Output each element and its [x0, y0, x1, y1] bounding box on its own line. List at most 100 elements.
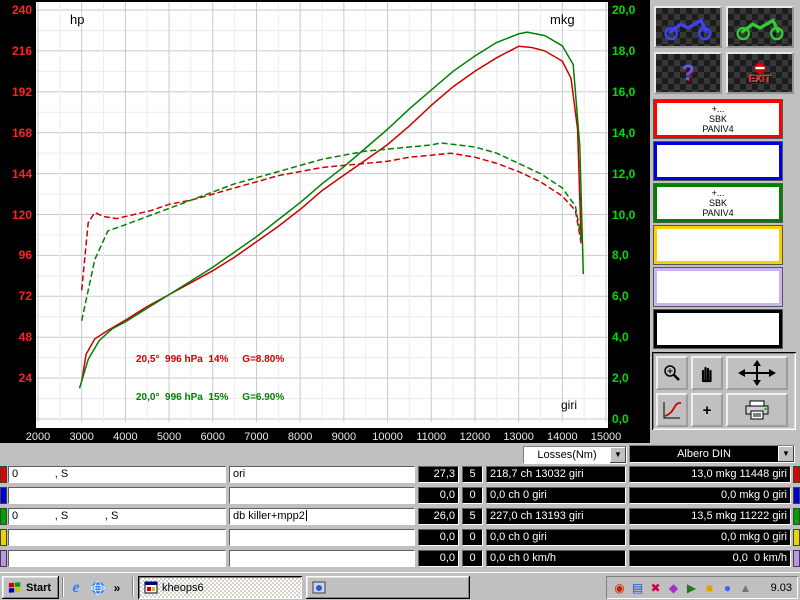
mkg-axis-title: mkg — [550, 12, 575, 27]
mkg-axis-tick: 8,0 — [612, 247, 648, 263]
tray-icon-2[interactable]: ▤ — [630, 582, 645, 594]
run-name-field[interactable]: 0 , S , S — [8, 508, 226, 525]
rpm-axis-tick: 8000 — [280, 429, 320, 445]
pan-hand-button[interactable] — [691, 356, 723, 390]
mkg-axis-tick: 4,0 — [612, 329, 648, 345]
rpm-axis-tick: 7000 — [236, 429, 276, 445]
gear-value: 0 — [462, 487, 483, 504]
task-label: kheops6 — [162, 582, 204, 594]
start-button[interactable]: Start — [2, 576, 59, 599]
clock[interactable]: 9.03 — [771, 582, 792, 594]
temperature-value: 0,0 — [418, 550, 459, 567]
mkg-axis-tick: 20,0 — [612, 2, 648, 18]
ie-glyph: e — [72, 579, 79, 597]
taskbar-divider — [132, 577, 134, 597]
text-cursor — [306, 510, 307, 521]
kheops6-app-icon — [144, 581, 158, 594]
curve-power-ori — [82, 46, 581, 381]
bike-green-button[interactable] — [726, 6, 794, 48]
mkg-axis-tick: 10,0 — [612, 207, 648, 223]
curve-slot-1[interactable]: +... SBK PANIV4 — [654, 100, 782, 138]
curve-slot-6[interactable] — [654, 310, 782, 348]
curve-slot-2[interactable] — [654, 142, 782, 180]
zoom-button[interactable] — [656, 356, 688, 390]
row-color-tab — [0, 487, 7, 504]
globe-launcher-icon[interactable] — [88, 578, 108, 598]
add-button[interactable]: + — [691, 393, 723, 427]
curve-slot-5[interactable] — [654, 268, 782, 306]
run-row-3: 0 , S , S db killer+mpp2 26,0 5 227,0 ch… — [0, 508, 800, 525]
start-label: Start — [26, 582, 51, 594]
curve-slot-3-line3: PANIV4 — [702, 208, 733, 218]
quick-launch-overflow-button[interactable]: » — [110, 578, 124, 598]
run-desc-field[interactable] — [229, 529, 415, 546]
move-arrows-button[interactable] — [726, 356, 788, 390]
run-row-5: 0,0 0 0,0 ch 0 km/h 0,0 0 km/h — [0, 550, 800, 567]
chart-plot[interactable]: hp mkg giri 20,5° 996 hPa 14% G=8.80% 20… — [36, 2, 608, 428]
rpm-axis-tick: 3000 — [62, 429, 102, 445]
mkg-axis-tick: 0,0 — [612, 411, 648, 427]
hp-axis-title: hp — [70, 12, 84, 27]
mkg-axis-tick: 6,0 — [612, 288, 648, 304]
tray-icon-3[interactable]: ✖ — [648, 582, 663, 594]
run-name-field[interactable] — [8, 487, 226, 504]
run-name-field[interactable]: 0 , S — [8, 466, 226, 483]
rpm-axis-tick: 5000 — [149, 429, 189, 445]
tray-icon-6[interactable]: ■ — [702, 582, 717, 594]
hp-axis-tick: 24 — [2, 370, 32, 386]
row-color-tab — [0, 466, 7, 483]
albero-dropdown[interactable]: Albero DIN ▼ — [629, 445, 795, 463]
run-name-field[interactable] — [8, 550, 226, 567]
losses-dropdown[interactable]: Losses(Nm) ▼ — [523, 446, 627, 464]
rpm-axis-tick: 13000 — [499, 429, 539, 445]
curve-power-dbkiller — [80, 32, 584, 388]
hp-axis-tick: 96 — [2, 247, 32, 263]
row-color-tab — [0, 529, 7, 546]
tray-icon-4[interactable]: ◆ — [666, 582, 681, 594]
overflow-chevron-icon: » — [114, 581, 121, 595]
hp-axis-tick: 120 — [2, 207, 32, 223]
internet-explorer-icon[interactable]: e — [66, 578, 86, 598]
run-desc-field[interactable] — [229, 550, 415, 567]
row-color-tab — [793, 466, 800, 483]
rpm-axis-tick: 2000 — [18, 429, 58, 445]
tray-icon-7[interactable]: ● — [720, 582, 735, 594]
plus-icon: + — [703, 402, 712, 419]
rpm-axis-tick: 4000 — [105, 429, 145, 445]
curve-slot-1-line2: SBK — [709, 114, 727, 124]
task-button-2[interactable] — [306, 576, 470, 599]
run-name-field[interactable] — [8, 529, 226, 546]
run-desc-text: db killer+mpp2 — [233, 510, 305, 522]
tool-palette: + — [652, 352, 796, 430]
hp-axis-tick: 240 — [2, 2, 32, 18]
row-color-tab — [793, 529, 800, 546]
bike-blue-button[interactable] — [654, 6, 722, 48]
peak-power-value: 218,7 ch 13032 giri — [486, 466, 626, 483]
curve-tool-button[interactable] — [656, 393, 688, 427]
mkg-axis-tick: 14,0 — [612, 125, 648, 141]
run-desc-field[interactable] — [229, 487, 415, 504]
windows-logo-icon — [8, 581, 22, 594]
print-button[interactable] — [726, 393, 788, 427]
exit-button[interactable]: EXIT — [726, 52, 794, 94]
peak-power-value: 0,0 ch 0 giri — [486, 529, 626, 546]
task-button-kheops6[interactable]: kheops6 — [138, 576, 302, 599]
run-desc-field[interactable]: ori — [229, 466, 415, 483]
curve-slot-3[interactable]: +... SBK PANIV4 — [654, 184, 782, 222]
losses-dropdown-value: Losses(Nm) — [524, 447, 610, 463]
albero-dropdown-value: Albero DIN — [630, 446, 778, 462]
peak-torque-value: 0,0 mkg 0 giri — [629, 487, 791, 504]
tray-icon-8[interactable]: ▲ — [738, 582, 753, 594]
help-button[interactable]: ? — [654, 52, 722, 94]
tray-icon-1[interactable]: ◉ — [612, 582, 627, 594]
tray-icon-5[interactable]: ▶ — [684, 582, 699, 594]
run-desc-field-focused[interactable]: db killer+mpp2 — [229, 508, 415, 525]
side-panel: ? EXIT +... SBK PANIV4 +... SBK PANIV4 — [650, 0, 800, 443]
rpm-axis-tick: 12000 — [455, 429, 495, 445]
mkg-axis-tick: 18,0 — [612, 43, 648, 59]
chevron-down-icon[interactable]: ▼ — [778, 446, 794, 462]
curve-slot-4[interactable] — [654, 226, 782, 264]
mkg-axis-tick: 2,0 — [612, 370, 648, 386]
question-mark-icon: ? — [681, 60, 694, 86]
chevron-down-icon[interactable]: ▼ — [610, 447, 626, 463]
